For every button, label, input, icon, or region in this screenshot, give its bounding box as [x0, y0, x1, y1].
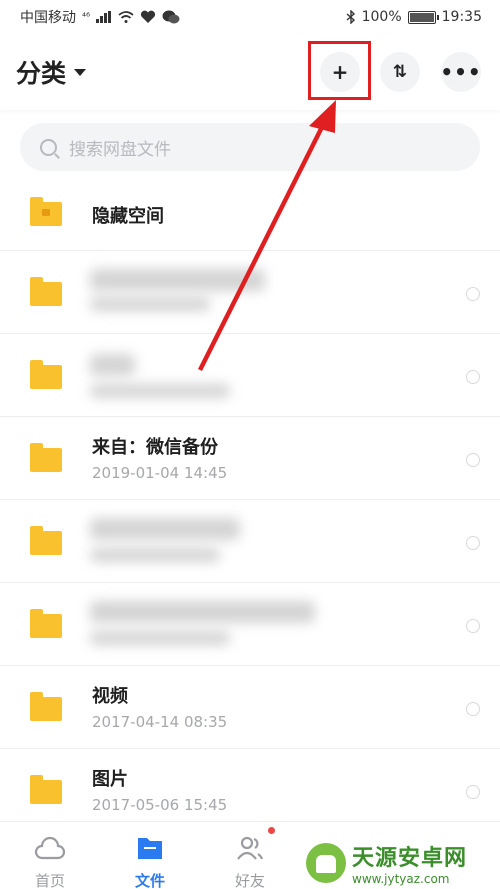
folder-icon	[30, 692, 62, 721]
folder-icon	[30, 775, 62, 804]
signal-icon	[96, 11, 112, 23]
search-placeholder: 搜索网盘文件	[69, 139, 171, 160]
folder-icon	[30, 526, 62, 555]
status-right: 100% 19:35	[346, 9, 482, 25]
sort-button[interactable]: ⇅	[380, 52, 420, 92]
category-dropdown[interactable]: 分类	[16, 54, 87, 90]
folder-icon	[30, 277, 62, 306]
more-icon: •••	[440, 60, 482, 84]
page-title: 分类	[16, 59, 67, 88]
header: 分类 + ⇅ •••	[0, 34, 500, 110]
folder-icon	[30, 609, 62, 638]
select-radio[interactable]	[466, 370, 480, 384]
tab-friends[interactable]: 好友	[210, 822, 290, 889]
list-item[interactable]	[0, 583, 500, 666]
blurred-date	[90, 631, 230, 645]
select-radio[interactable]	[466, 785, 480, 799]
select-radio[interactable]	[466, 453, 480, 467]
android-logo-icon	[306, 842, 346, 883]
status-left: 中国移动 ⁴⁶	[20, 7, 180, 27]
folder-icon	[30, 443, 62, 472]
notification-dot	[268, 827, 275, 834]
tab-files[interactable]: 文件	[110, 822, 190, 889]
item-date: 2019-01-04 14:45	[92, 464, 228, 482]
item-date: 2017-04-14 08:35	[92, 713, 228, 731]
list-item[interactable]	[0, 500, 500, 583]
tab-label: 好友	[234, 872, 265, 889]
battery-percent: 100%	[361, 9, 402, 25]
clock: 19:35	[441, 9, 482, 25]
folder-icon	[30, 360, 62, 389]
bluetooth-icon	[346, 10, 355, 24]
item-name: 图片	[92, 769, 128, 790]
status-bar: 中国移动 ⁴⁶ 100% 19:35	[0, 0, 500, 34]
blurred-name	[90, 354, 135, 376]
blurred-name	[90, 269, 265, 291]
blurred-date	[90, 297, 210, 311]
wifi-icon	[118, 11, 134, 23]
blurred-date	[90, 384, 230, 398]
file-list: 隐藏空间 来自：微信备份 2019-01-04 14:45 视频 2017-04…	[0, 172, 500, 832]
folder-icon	[30, 197, 62, 226]
list-item[interactable]	[0, 334, 500, 417]
caret-down-icon	[74, 68, 87, 76]
annotation-highlight-box	[308, 41, 371, 100]
search-icon	[40, 138, 57, 156]
watermark: 天源安卓网 www.jytyaz.com	[306, 836, 500, 889]
list-item-video[interactable]: 视频 2017-04-14 08:35	[0, 666, 500, 749]
list-item[interactable]	[0, 251, 500, 334]
network-label: ⁴⁶	[82, 11, 91, 23]
battery-icon	[407, 10, 439, 24]
tab-label: 首页	[34, 872, 65, 889]
list-item-pictures[interactable]: 图片 2017-05-06 15:45	[0, 749, 500, 832]
blurred-date	[90, 548, 220, 562]
health-icon	[140, 10, 156, 23]
list-item-wechat-backup[interactable]: 来自：微信备份 2019-01-04 14:45	[0, 417, 500, 500]
lock-icon	[42, 209, 50, 216]
tab-home[interactable]: 首页	[10, 822, 90, 889]
watermark-url: www.jytyaz.com	[352, 871, 450, 886]
watermark-text: 天源安卓网 www.jytyaz.com	[352, 840, 467, 886]
files-icon	[138, 838, 162, 859]
tab-label: 文件	[134, 872, 165, 889]
item-name: 隐藏空间	[92, 206, 164, 227]
home-cloud-icon	[34, 836, 66, 860]
more-button[interactable]: •••	[440, 52, 482, 92]
item-date: 2017-05-06 15:45	[92, 796, 228, 814]
list-item-hidden-space[interactable]: 隐藏空间	[0, 172, 500, 251]
select-radio[interactable]	[466, 287, 480, 301]
wechat-icon	[162, 10, 180, 24]
select-radio[interactable]	[466, 619, 480, 633]
search-bar[interactable]: 搜索网盘文件	[20, 123, 480, 171]
select-radio[interactable]	[466, 702, 480, 716]
sort-icon: ⇅	[392, 62, 408, 82]
item-name: 来自：微信备份	[92, 437, 218, 458]
friends-icon	[237, 836, 264, 860]
select-radio[interactable]	[466, 536, 480, 550]
blurred-name	[90, 601, 315, 623]
watermark-title: 天源安卓网	[352, 845, 468, 871]
blurred-name	[90, 518, 240, 540]
item-name: 视频	[92, 686, 128, 707]
carrier-label: 中国移动	[20, 10, 76, 26]
